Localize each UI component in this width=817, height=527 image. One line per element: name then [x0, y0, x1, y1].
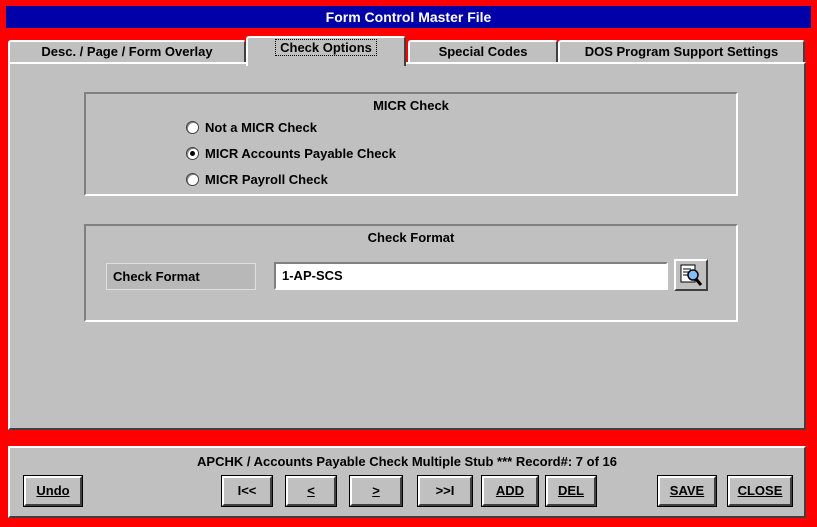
button-label: SAVE — [669, 483, 705, 498]
save-button[interactable]: SAVE — [658, 476, 716, 506]
tab-desc-page-form-overlay[interactable]: Desc. / Page / Form Overlay — [8, 40, 246, 64]
radio-micr-accounts-payable[interactable]: MICR Accounts Payable Check — [186, 144, 396, 162]
button-label: CLOSE — [737, 483, 783, 498]
record-status: APCHK / Accounts Payable Check Multiple … — [197, 454, 617, 469]
tab-label: DOS Program Support Settings — [584, 44, 779, 59]
radio-label: Not a MICR Check — [205, 119, 317, 135]
button-label: Undo — [36, 483, 70, 498]
tab-strip: Desc. / Page / Form Overlay Check Option… — [8, 34, 808, 66]
radio-not-micr[interactable]: Not a MICR Check — [186, 118, 317, 136]
check-format-group: Check Format Check Format 1-AP-SCS — [84, 224, 738, 322]
radio-label: MICR Payroll Check — [205, 171, 328, 187]
button-label: > — [372, 483, 380, 498]
tab-label: Check Options — [275, 39, 377, 56]
close-button[interactable]: CLOSE — [728, 476, 792, 506]
last-record-button[interactable]: >>I — [418, 476, 472, 506]
tab-panel: MICR Check Not a MICR Check MICR Account… — [8, 62, 806, 430]
radio-label: MICR Accounts Payable Check — [205, 145, 396, 161]
button-label: >>I — [435, 483, 455, 498]
window-title: Form Control Master File — [6, 6, 811, 28]
add-button[interactable]: ADD — [482, 476, 538, 506]
micr-check-group: MICR Check Not a MICR Check MICR Account… — [84, 92, 738, 196]
previous-record-button[interactable]: < — [286, 476, 336, 506]
radio-micr-payroll-indicator[interactable] — [186, 172, 199, 186]
window: Form Control Master File Desc. / Page / … — [0, 0, 817, 527]
button-label: I<< — [237, 483, 257, 498]
check-format-title: Check Format — [367, 230, 455, 245]
tab-check-options[interactable]: Check Options — [246, 36, 406, 66]
micr-check-title: MICR Check — [373, 98, 449, 113]
button-label: DEL — [558, 483, 584, 498]
button-label: ADD — [495, 483, 525, 498]
lookup-button[interactable] — [674, 259, 708, 291]
next-record-button[interactable]: > — [350, 476, 402, 506]
radio-micr-ap-indicator[interactable] — [186, 146, 199, 160]
radio-not-micr-indicator[interactable] — [186, 120, 199, 134]
button-label: < — [307, 483, 315, 498]
delete-button[interactable]: DEL — [546, 476, 596, 506]
tab-label: Desc. / Page / Form Overlay — [41, 44, 213, 59]
tab-special-codes[interactable]: Special Codes — [408, 40, 558, 64]
first-record-button[interactable]: I<< — [222, 476, 272, 506]
undo-button[interactable]: Undo — [24, 476, 82, 506]
check-format-label: Check Format — [106, 263, 256, 290]
tab-label: Special Codes — [438, 44, 528, 59]
radio-micr-payroll[interactable]: MICR Payroll Check — [186, 170, 328, 188]
magnifier-icon — [680, 264, 703, 286]
check-format-input[interactable]: 1-AP-SCS — [274, 262, 668, 290]
tab-dos-program-support-settings[interactable]: DOS Program Support Settings — [558, 40, 805, 64]
navigation-bar: APCHK / Accounts Payable Check Multiple … — [8, 446, 806, 518]
